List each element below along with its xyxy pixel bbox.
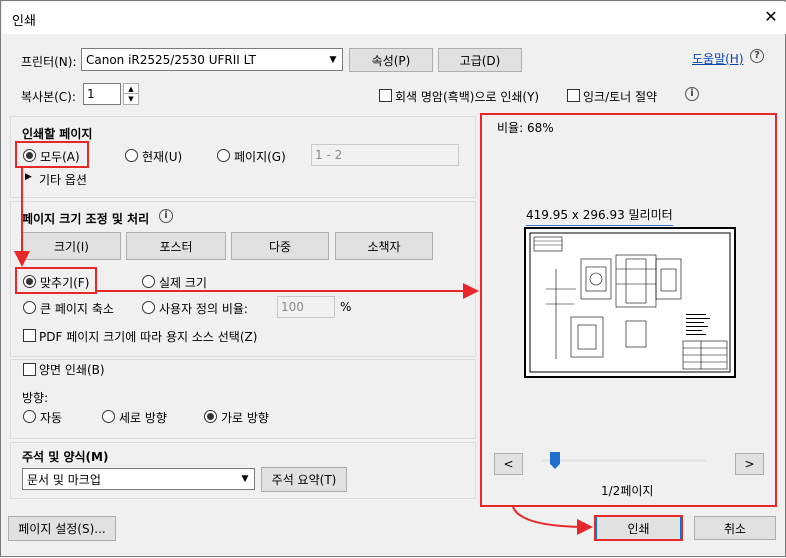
arrow-preview-to-print — [512, 506, 593, 535]
annotation-arrows — [14, 168, 593, 535]
print-dialog: 인쇄 ✕ 프린터(N): Canon iR2525/2530 UFRII LT … — [0, 0, 786, 557]
